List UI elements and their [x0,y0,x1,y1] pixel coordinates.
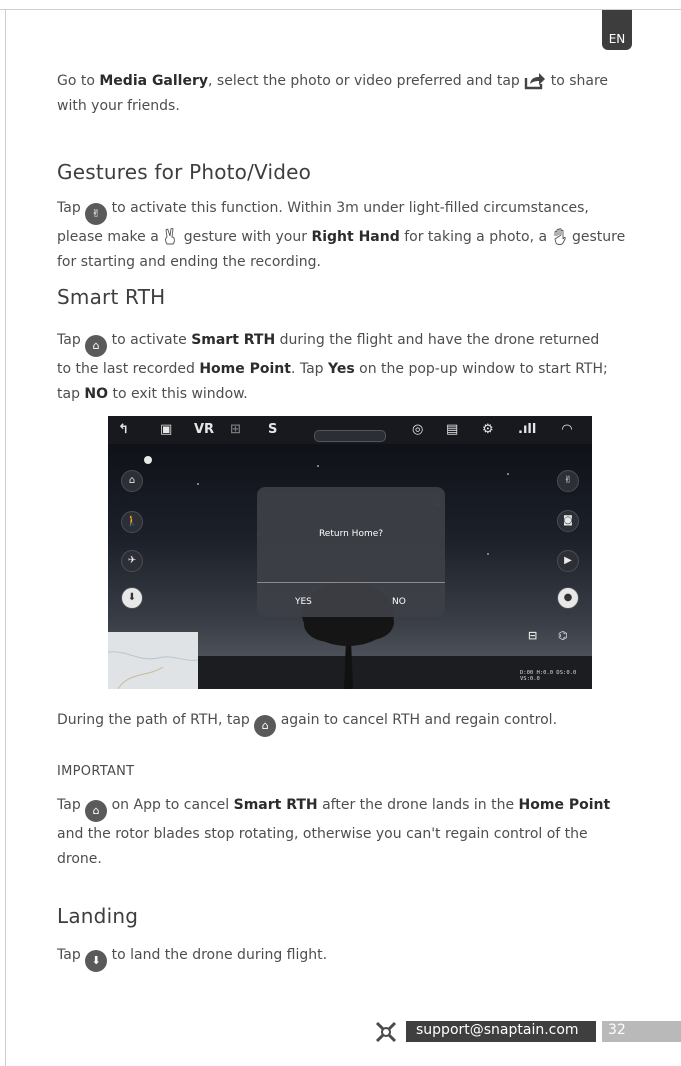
support-email: support@snaptain.com [416,1022,579,1038]
left-margin-rule [5,9,6,1066]
language-badge: EN [602,10,632,50]
telemetry-readout: D:00 H:0.0 DS:0.0 VS:0.0 [520,670,577,682]
signal-icon: .ıll [518,422,537,437]
gallery-icon: ▣ [160,422,173,437]
section-heading-landing: Landing [57,904,139,928]
landing-paragraph: Tap ⬇ to land the drone during flight. [57,943,657,972]
app-top-bar: ↰ ▣ VR ⊞ S ◎ ▤ ⚙ .ıll ◠ [108,416,592,444]
gesture-mode-icon: ✌ [85,203,108,225]
return-home-icon: ⌂ [254,715,277,737]
vr-icon: VR [194,422,215,437]
checklist-icon: ▤ [446,422,459,437]
landing-button[interactable]: ⬇ [121,587,143,609]
dialog-title: Return Home? [318,529,384,539]
open-palm-icon [552,228,568,246]
return-home-icon: ⌂ [85,800,108,822]
return-home-button[interactable]: ⌂ [121,470,143,492]
photo-button[interactable]: ◙ [557,510,579,532]
top-rule [0,9,681,10]
follow-me-button[interactable]: 🚶 [121,511,143,533]
share-icon [524,72,546,90]
controller-status-icon: ⊟ [528,629,538,642]
section-heading-gestures: Gestures for Photo/Video [57,160,312,184]
gamepad-icon: ⊞ [230,422,241,437]
landing-icon: ⬇ [85,950,108,972]
gesture-button[interactable]: ✌ [557,470,579,492]
section-heading-smart-rth: Smart RTH [57,285,166,309]
important-label: IMPORTANT [57,764,135,779]
trajectory-icon: S [268,422,278,437]
minimap[interactable] [108,632,199,689]
panorama-360-icon: ◎ [412,422,424,437]
dialog-divider [257,582,445,583]
app-screenshot: ↰ ▣ VR ⊞ S ◎ ▤ ⚙ .ıll ◠ ⌂ 🚶 ✈ ⬇ ✌ ◙ ▶ ● … [108,416,592,689]
dialog-yes-button[interactable]: YES [295,597,312,607]
wifi-icon: ◠ [562,422,572,437]
drone-status-icon: ⌬ [558,629,568,642]
snaptain-logo-icon [375,1021,397,1043]
during-rth-paragraph: During the path of RTH, tap ⌂ again to c… [57,708,657,737]
return-home-dialog: Return Home? YES NO [257,487,445,617]
microphone-button[interactable]: ● [557,587,579,609]
gestures-paragraph: Tap ✌ to activate this function. Within … [57,200,626,270]
back-icon: ↰ [118,422,129,437]
video-button[interactable]: ▶ [557,550,579,572]
important-paragraph: Tap ⌂ on App to cancel Smart RTH after t… [57,797,611,867]
share-paragraph: Go to Media Gallery, select the photo or… [57,72,609,114]
dialog-no-button[interactable]: NO [392,597,406,607]
status-pill [314,430,386,442]
return-home-icon: ⌂ [85,335,108,357]
victory-hand-icon [163,227,179,246]
page-number: 32 [608,1022,626,1038]
smart-rth-paragraph: Tap ⌂ to activate Smart RTH during the f… [57,332,608,402]
takeoff-button[interactable]: ✈ [121,550,143,572]
settings-icon: ⚙ [482,422,494,437]
